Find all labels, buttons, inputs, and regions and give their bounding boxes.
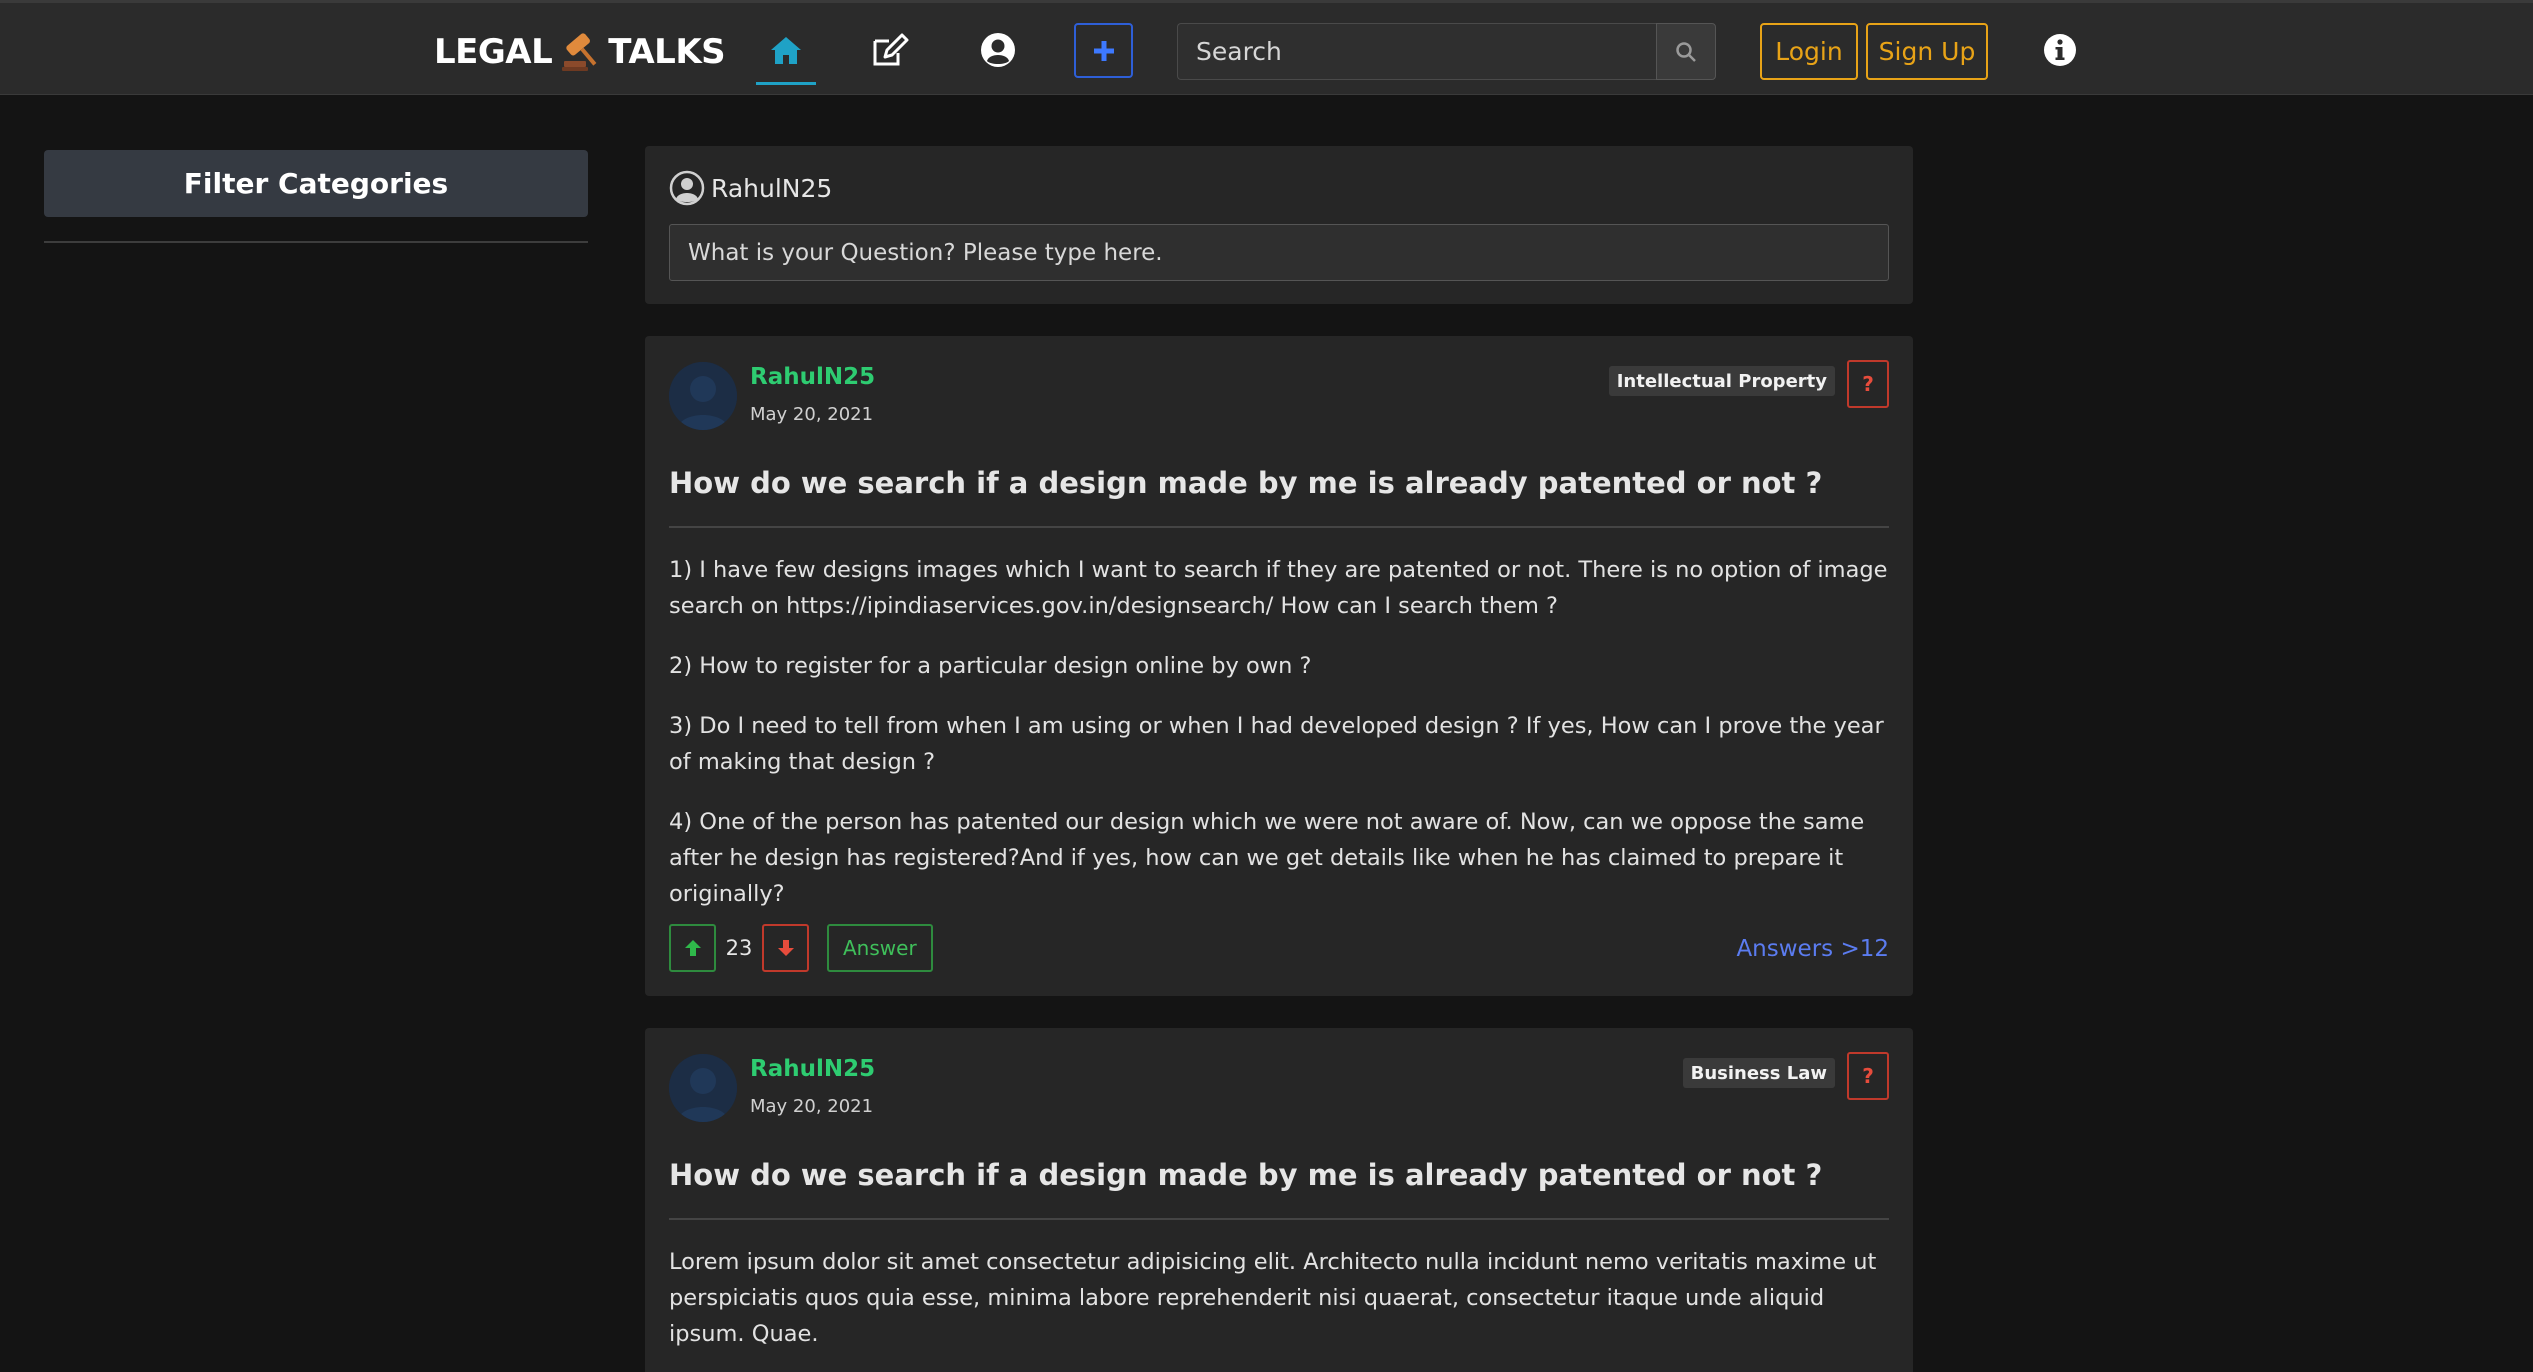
home-icon [771, 37, 801, 64]
question-icon[interactable]: ? [1847, 1052, 1889, 1100]
question-body: Lorem ipsum dolor sit amet consectetur a… [669, 1244, 1889, 1372]
upvote-button[interactable] [669, 924, 716, 972]
ask-question-card: RahulN25 What is your Question? Please t… [645, 146, 1913, 304]
question-card: RahulN25 May 20, 2021 Intellectual Prope… [645, 336, 1913, 996]
vote-controls: 23 Answer [669, 924, 933, 972]
arrow-up-icon [684, 940, 701, 956]
question-paragraph: Lorem ipsum dolor sit amet consectetur a… [669, 1249, 1877, 1347]
answer-button[interactable]: Answer [827, 924, 933, 972]
ask-user: RahulN25 [669, 170, 832, 206]
title-divider [669, 1218, 1889, 1220]
question-paragraph: 1) I have few designs images which I wan… [669, 557, 1888, 619]
filter-categories-header: Filter Categories [44, 150, 588, 217]
user-avatar-icon [669, 1054, 737, 1122]
user-circle-icon [669, 170, 705, 206]
title-divider [669, 526, 1889, 528]
search-button[interactable] [1656, 23, 1716, 80]
category-badge[interactable]: Intellectual Property [1608, 366, 1835, 396]
nav-edit[interactable] [860, 25, 920, 75]
login-button[interactable]: Login [1760, 23, 1858, 80]
add-question-button[interactable] [1074, 23, 1133, 78]
search-bar [1177, 23, 1716, 80]
arrow-down-icon [777, 940, 794, 956]
question-card: RahulN25 May 20, 2021 Business Law ? How… [645, 1028, 1913, 1372]
search-input[interactable] [1177, 23, 1656, 80]
question-paragraph: 2) How to register for a particular desi… [669, 653, 1312, 679]
gavel-icon [562, 33, 597, 71]
brand-right-text: TALKS [608, 31, 726, 72]
nav-profile[interactable] [968, 25, 1028, 75]
question-date: May 20, 2021 [750, 1096, 874, 1117]
user-circle-icon [981, 33, 1015, 67]
question-paragraph: 3) Do I need to tell from when I am usin… [669, 713, 1884, 775]
question-title[interactable]: How do we search if a design made by me … [669, 1158, 1822, 1192]
question-title[interactable]: How do we search if a design made by me … [669, 466, 1822, 500]
answers-link[interactable]: Answers >12 [1736, 936, 1889, 962]
question-body: 1) I have few designs images which I wan… [669, 552, 1889, 936]
edit-icon [873, 33, 909, 66]
plus-icon [1093, 40, 1114, 61]
brand-left-text: LEGAL [434, 31, 553, 72]
category-badge[interactable]: Business Law [1682, 1058, 1835, 1088]
info-icon [2044, 34, 2076, 66]
user-avatar-icon [669, 362, 737, 430]
top-navbar: LEGAL TALKS Search Login Sign Up [0, 0, 2533, 95]
question-date: May 20, 2021 [750, 404, 874, 425]
question-icon[interactable]: ? [1847, 360, 1889, 408]
vote-count: 23 [725, 936, 753, 960]
nav-info[interactable] [2030, 25, 2090, 75]
nav-home[interactable] [756, 25, 816, 85]
question-paragraph: 4) One of the person has patented our de… [669, 809, 1865, 907]
question-author[interactable]: RahulN25 [750, 1056, 875, 1082]
search-icon [1676, 41, 1696, 62]
downvote-button[interactable] [762, 924, 809, 972]
question-author[interactable]: RahulN25 [750, 364, 875, 390]
ask-username: RahulN25 [711, 173, 833, 203]
brand-logo[interactable]: LEGAL TALKS [434, 29, 726, 74]
avatar[interactable] [669, 362, 737, 430]
sidebar-divider [44, 241, 588, 243]
signup-button[interactable]: Sign Up [1866, 23, 1988, 80]
avatar[interactable] [669, 1054, 737, 1122]
question-input[interactable]: What is your Question? Please type here. [669, 224, 1889, 281]
